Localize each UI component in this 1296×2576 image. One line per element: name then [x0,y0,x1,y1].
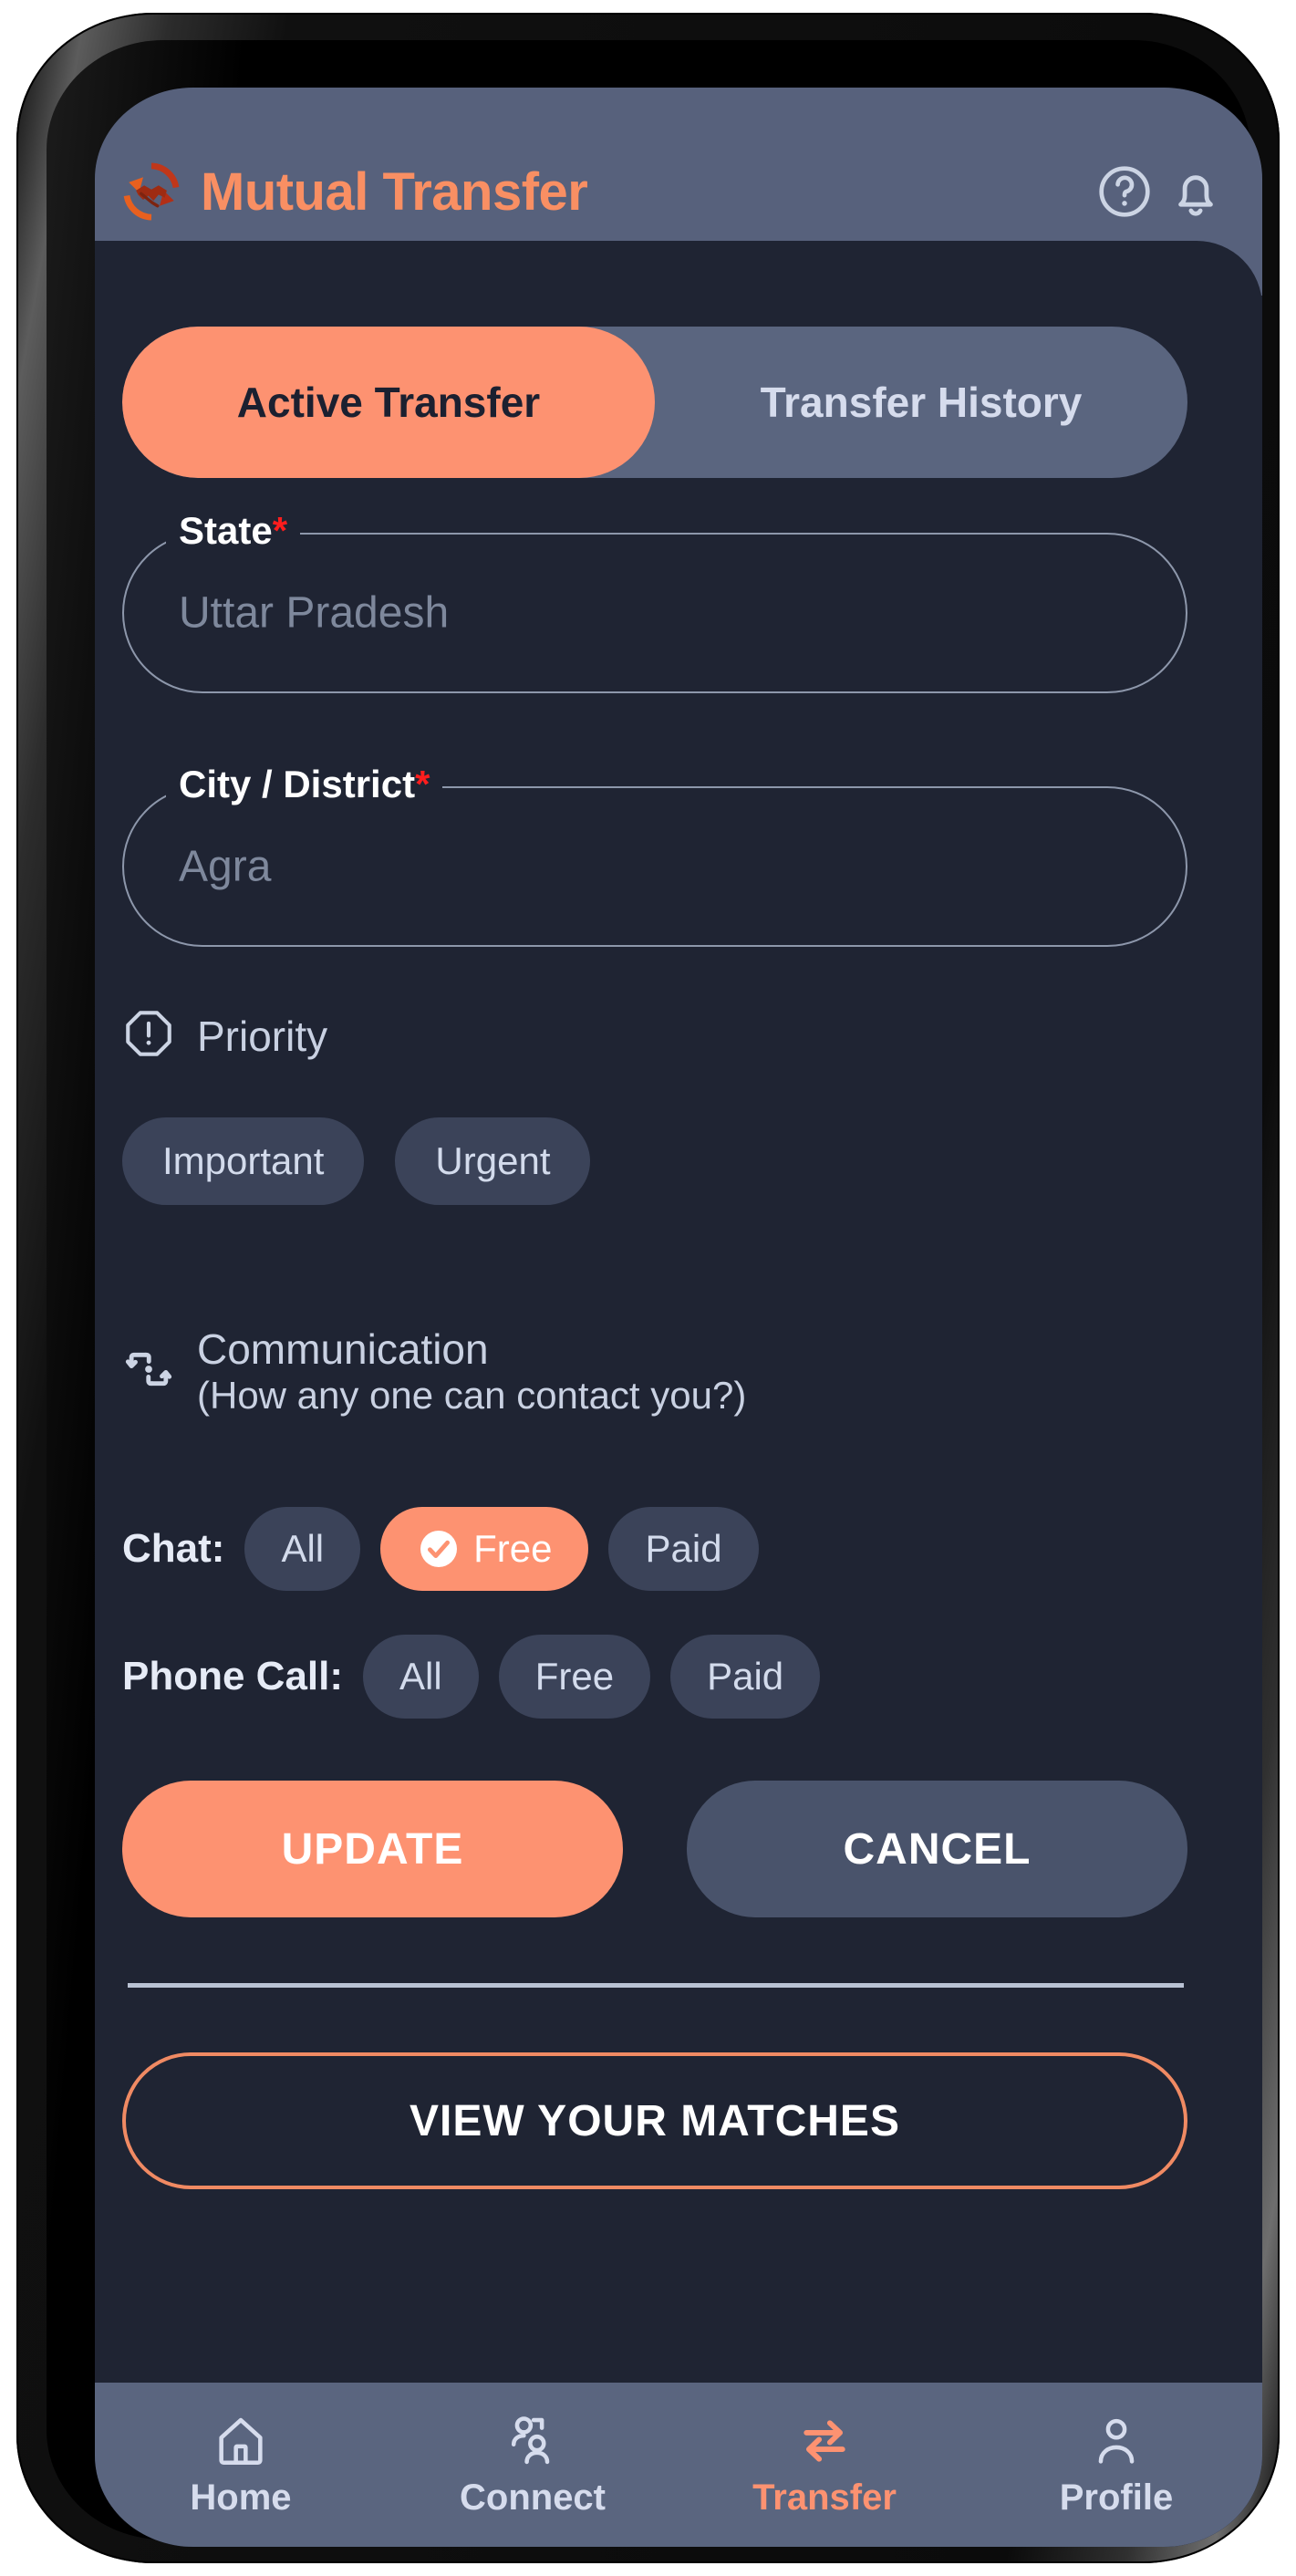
cancel-button[interactable]: CANCEL [687,1781,1187,1917]
action-row: UPDATE CANCEL [122,1781,1187,1917]
update-button[interactable]: UPDATE [122,1781,623,1917]
phone-call-option-paid-label: Paid [707,1655,784,1698]
phone-call-option-free[interactable]: Free [498,1635,651,1719]
section-divider [128,1983,1184,1988]
brand: Mutual Transfer [119,159,1089,224]
city-field-label: City / District* [166,763,443,806]
bottom-navigation: Home Connect Transfer Profile [95,2383,1262,2547]
nav-item-profile-label: Profile [1059,2477,1174,2518]
city-input[interactable]: Agra [179,842,271,892]
chat-option-free[interactable]: Free [380,1507,589,1591]
communication-title: Communication [197,1325,489,1373]
city-field-outline [122,786,1187,947]
nav-item-home[interactable]: Home [95,2412,387,2519]
help-circle-icon[interactable] [1089,156,1160,227]
state-input[interactable]: Uttar Pradesh [179,588,449,639]
phone-bezel: Mutual Transfer Active Transfer Transfer… [47,40,1262,2547]
nav-item-transfer[interactable]: Transfer [679,2412,970,2519]
communication-header: Communication (How any one can contact y… [122,1325,1198,1417]
home-icon [212,2412,270,2470]
chat-option-paid[interactable]: Paid [608,1507,759,1591]
app-body: Active Transfer Transfer History State* … [95,241,1262,2547]
tab-transfer-history[interactable]: Transfer History [655,327,1187,478]
people-icon [503,2412,562,2470]
priority-chip-important[interactable]: Important [122,1117,365,1205]
chat-option-free-label: Free [473,1527,553,1570]
phone-screen: Mutual Transfer Active Transfer Transfer… [95,88,1262,2547]
priority-title: Priority [197,1012,328,1060]
communication-subtitle: (How any one can contact you?) [197,1373,747,1417]
chat-option-all-label: All [281,1527,325,1570]
tab-active-transfer[interactable]: Active Transfer [122,327,655,478]
tab-active-transfer-label: Active Transfer [236,379,541,426]
communication-section: Communication (How any one can contact y… [122,1325,1198,1417]
priority-options: Important Urgent [122,1117,1187,1205]
person-icon [1087,2412,1146,2470]
chat-option-all[interactable]: All [244,1507,361,1591]
phone-call-option-all-label: All [399,1655,442,1698]
app-title: Mutual Transfer [201,161,588,222]
phone-call-option-all[interactable]: All [363,1635,479,1719]
phone-call-option-free-label: Free [534,1655,615,1698]
transfer-tabs: Active Transfer Transfer History [122,327,1187,478]
chat-option-paid-label: Paid [645,1527,722,1570]
notification-bell-icon[interactable] [1160,156,1231,227]
check-circle-icon [417,1527,461,1571]
chat-option-row: Chat: All Free Paid [122,1507,759,1591]
alert-octagon-icon [122,1007,175,1065]
transfer-arrows-icon [795,2412,854,2470]
view-your-matches-button[interactable]: VIEW YOUR MATCHES [122,2052,1187,2189]
priority-chip-urgent[interactable]: Urgent [395,1117,591,1205]
nav-item-transfer-label: Transfer [752,2477,897,2518]
city-required-asterisk: * [415,763,430,805]
nav-item-connect[interactable]: Connect [387,2412,679,2519]
phone-frame: Mutual Transfer Active Transfer Transfer… [16,13,1280,2563]
nav-item-connect-label: Connect [460,2477,606,2518]
state-field-label: State* [166,509,301,553]
phone-call-option-row: Phone Call: All Free Paid [122,1635,821,1719]
nav-item-profile[interactable]: Profile [970,2412,1262,2519]
exchange-arrows-icon [122,1343,175,1400]
chat-label: Chat: [122,1526,225,1571]
state-label-text: State [179,509,273,552]
state-required-asterisk: * [272,509,288,552]
phone-call-option-paid[interactable]: Paid [670,1635,821,1719]
city-label-text: City / District [179,763,416,805]
handshake-exchange-logo-icon [119,159,184,224]
priority-header: Priority [122,1007,1187,1065]
tab-transfer-history-label: Transfer History [760,379,1083,426]
nav-item-home-label: Home [190,2477,292,2518]
phone-call-label: Phone Call: [122,1654,344,1698]
state-field[interactable]: State* Uttar Pradesh [122,509,1187,693]
priority-section: Priority Important Urgent [122,1007,1187,1205]
city-district-field[interactable]: City / District* Agra [122,763,1187,947]
